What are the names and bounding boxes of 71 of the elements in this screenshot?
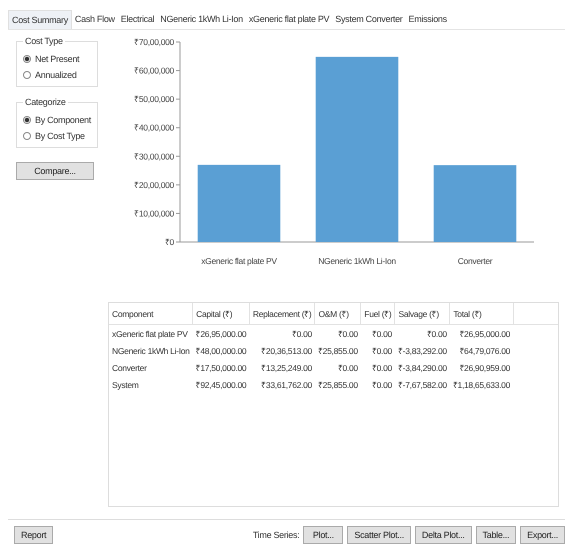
- compare-button[interactable]: Compare...: [16, 162, 94, 180]
- time-series-button[interactable]: Scatter Plot...: [347, 526, 411, 544]
- table-cell: ₹0.00: [249, 324, 315, 342]
- group-label: Categorize: [24, 97, 67, 107]
- table-cell-text: ₹0.00: [370, 362, 393, 376]
- tab[interactable]: Electrical: [118, 10, 158, 29]
- column-header[interactable]: Fuel (₹): [360, 303, 395, 325]
- table-cell-text: ₹20,36,513.00: [260, 345, 313, 358]
- y-tick-label: ₹20,00,000: [134, 180, 174, 190]
- column-header[interactable]: Total (₹): [450, 303, 514, 325]
- table-cell: ₹0.00: [360, 324, 395, 342]
- radio-button[interactable]: [23, 55, 31, 63]
- table-cell-text: ₹25,855.00: [316, 379, 359, 392]
- table-cell-text: ₹0.00: [370, 345, 393, 358]
- table-cell-text: ₹-7,67,582.00: [396, 379, 448, 392]
- table-cell: ₹0.00: [394, 324, 450, 342]
- column-header[interactable]: Component: [109, 303, 193, 325]
- y-tick-label: ₹10,00,000: [134, 208, 174, 218]
- time-series-label: Time Series:: [252, 530, 300, 540]
- table-cell-text: ₹-3,83,292.00: [396, 345, 448, 358]
- column-header[interactable]: O&M (₹): [314, 303, 361, 325]
- table-cell-text: ₹48,00,000.00: [194, 345, 248, 358]
- table-cell-text: System: [111, 378, 140, 392]
- y-tick-label: ₹30,00,000: [134, 151, 174, 162]
- group-label: Cost Type: [24, 36, 64, 46]
- tab[interactable]: Cost Summary: [8, 10, 72, 29]
- y-tick-label: ₹50,00,000: [134, 94, 174, 104]
- radio-label[interactable]: Annualized: [35, 70, 77, 80]
- tab[interactable]: Cash Flow: [72, 10, 118, 29]
- table-cell-text: ₹92,45,000.00: [194, 379, 248, 392]
- table-cell-text: ₹13,25,249.00: [260, 362, 313, 376]
- tab[interactable]: NGeneric 1kWh Li-Ion: [157, 10, 246, 29]
- radio-button[interactable]: [23, 116, 31, 124]
- table-cell: ₹0.00: [314, 324, 361, 342]
- table-cell-text: ₹17,50,000.00: [194, 362, 248, 376]
- table-cell: ₹26,95,000.00: [192, 324, 250, 342]
- time-series-button[interactable]: Plot...: [303, 526, 344, 544]
- table-cell-text: ₹-3,84,290.00: [396, 362, 448, 376]
- time-series-button[interactable]: Export...: [520, 526, 565, 544]
- table-cell-text: ₹26,90,959.00: [458, 362, 512, 376]
- y-tick-label: ₹0: [164, 237, 174, 247]
- table-cell-text: NGeneric 1kWh Li-Ion: [111, 344, 191, 358]
- tab[interactable]: xGeneric flat plate PV: [246, 10, 332, 29]
- table-cell-text: ₹33,61,762.00: [260, 379, 313, 392]
- table-cell-text: ₹1,18,65,633.00: [452, 379, 512, 392]
- table-cell-text: ₹0.00: [370, 379, 393, 392]
- time-series-button[interactable]: Table...: [476, 526, 516, 544]
- table-cell-text: ₹25,855.00: [316, 345, 359, 358]
- radio-label[interactable]: Net Present: [35, 54, 80, 64]
- table-cell: xGeneric flat plate PV: [109, 324, 193, 342]
- time-series-button[interactable]: Delta Plot...: [414, 526, 472, 544]
- tab[interactable]: Emissions: [406, 10, 450, 29]
- report-button[interactable]: Report: [14, 526, 54, 544]
- y-tick-label: ₹70,00,000: [134, 37, 174, 47]
- table-cell-text: ₹64,79,076.00: [458, 345, 512, 358]
- table-cell: ₹26,95,000.00: [450, 324, 514, 342]
- radio-button[interactable]: [23, 71, 31, 79]
- radio-label[interactable]: By Cost Type: [35, 131, 85, 141]
- y-tick-label: ₹60,00,000: [134, 66, 174, 76]
- radio-label[interactable]: By Component: [35, 115, 91, 125]
- x-category-label: NGeneric 1kWh Li-Ion: [318, 256, 396, 266]
- x-category-label: xGeneric flat plate PV: [201, 256, 277, 266]
- y-tick-label: ₹40,00,000: [134, 122, 174, 133]
- table-cell-text: ₹0.00: [336, 362, 359, 376]
- radio-button[interactable]: [23, 132, 31, 140]
- column-header[interactable]: Capital (₹): [192, 303, 250, 325]
- tab[interactable]: System Converter: [332, 10, 406, 29]
- column-header[interactable]: Salvage (₹): [394, 303, 450, 325]
- x-category-label: Converter: [458, 256, 492, 266]
- column-header[interactable]: Replacement (₹): [249, 303, 315, 325]
- table-cell-text: Converter: [111, 362, 148, 375]
